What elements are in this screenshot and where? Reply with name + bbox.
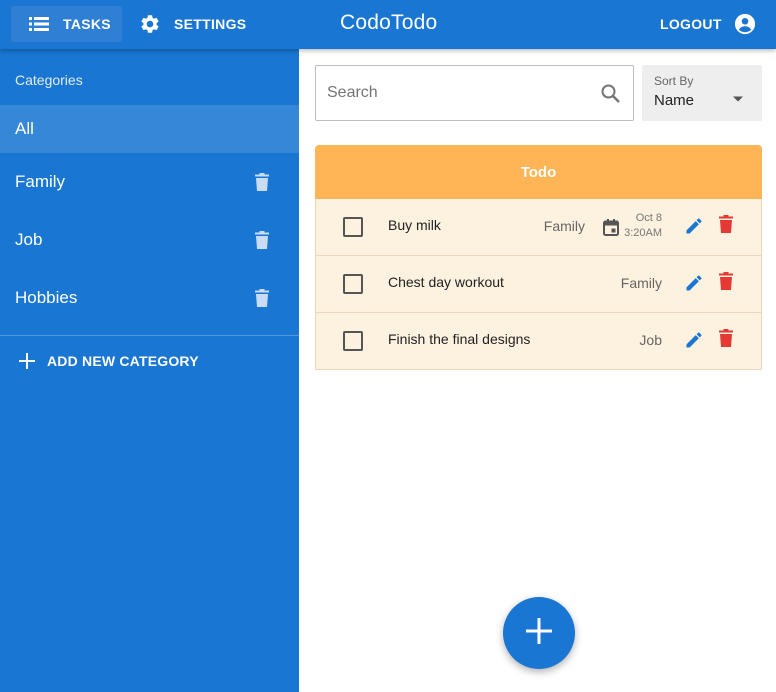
trash-icon[interactable] xyxy=(719,272,739,296)
sort-by-select[interactable]: Sort By Name xyxy=(642,65,762,121)
categories-header: Categories xyxy=(15,72,83,88)
tasks-nav-button[interactable]: TASKS xyxy=(11,6,122,42)
todo-title: Finish the final designs xyxy=(388,331,531,347)
todo-row: Chest day workout Family xyxy=(315,256,762,313)
todo-list: Todo Buy milk Family Oct 8 3:20AM Chest … xyxy=(315,145,762,370)
pencil-icon[interactable] xyxy=(684,330,706,352)
add-category-button[interactable]: ADD NEW CATEGORY xyxy=(17,349,199,373)
plus-icon xyxy=(17,351,37,371)
trash-icon[interactable] xyxy=(252,286,272,310)
todo-due-date: Oct 8 3:20AM xyxy=(622,211,662,241)
todo-checkbox[interactable] xyxy=(343,274,363,294)
sort-by-label: Sort By xyxy=(654,74,694,88)
trash-icon[interactable] xyxy=(252,170,272,194)
sidebar-item-family[interactable]: Family xyxy=(0,158,299,206)
category-sidebar: Categories All Family Job Hobbies ADD NE… xyxy=(0,49,299,692)
sort-by-value: Name xyxy=(654,92,695,109)
plus-icon xyxy=(526,617,552,649)
todo-due-time: 3:20AM xyxy=(624,227,662,239)
sidebar-item-job[interactable]: Job xyxy=(0,216,299,264)
logout-label: LOGOUT xyxy=(660,16,722,32)
sidebar-item-label: All xyxy=(15,119,34,138)
tasks-nav-label: TASKS xyxy=(63,16,111,32)
todo-title: Chest day workout xyxy=(388,274,504,290)
calendar-icon xyxy=(603,219,619,236)
app-title: CodoTodo xyxy=(340,11,438,34)
trash-icon[interactable] xyxy=(252,228,272,252)
pencil-icon[interactable] xyxy=(684,216,706,238)
todo-title: Buy milk xyxy=(388,217,441,233)
trash-icon[interactable] xyxy=(719,215,739,239)
list-icon xyxy=(27,12,51,36)
todo-due-day: Oct 8 xyxy=(635,212,662,224)
settings-nav-button[interactable]: SETTINGS xyxy=(128,6,258,42)
todo-row: Buy milk Family Oct 8 3:20AM xyxy=(315,199,762,256)
todo-checkbox[interactable] xyxy=(343,217,363,237)
logout-button[interactable]: LOGOUT xyxy=(652,6,764,42)
sidebar-item-hobbies[interactable]: Hobbies xyxy=(0,274,299,322)
pencil-icon[interactable] xyxy=(684,273,706,295)
todo-checkbox[interactable] xyxy=(343,331,363,351)
todo-category: Family xyxy=(543,218,585,234)
search-input[interactable] xyxy=(327,80,587,106)
todo-list-header: Todo xyxy=(315,145,762,199)
sidebar-item-label: Hobbies xyxy=(15,288,78,307)
add-category-label: ADD NEW CATEGORY xyxy=(47,353,199,369)
todo-category: Family xyxy=(620,275,662,291)
top-app-bar: TASKS SETTINGS CodoTodo LOGOUT xyxy=(0,0,776,49)
search-box xyxy=(315,65,634,121)
sidebar-item-all[interactable]: All xyxy=(0,105,299,153)
sidebar-item-label: Job xyxy=(15,230,43,249)
dropdown-caret-icon xyxy=(732,90,744,102)
sidebar-item-label: Family xyxy=(15,172,66,191)
search-icon[interactable] xyxy=(599,82,623,106)
gear-icon xyxy=(138,12,162,36)
trash-icon[interactable] xyxy=(719,329,739,353)
sidebar-divider xyxy=(0,335,299,336)
todo-row: Finish the final designs Job xyxy=(315,313,762,370)
account-circle-icon xyxy=(734,12,756,36)
add-todo-fab[interactable] xyxy=(503,597,575,669)
todo-category: Job xyxy=(639,332,662,348)
settings-nav-label: SETTINGS xyxy=(174,16,247,32)
